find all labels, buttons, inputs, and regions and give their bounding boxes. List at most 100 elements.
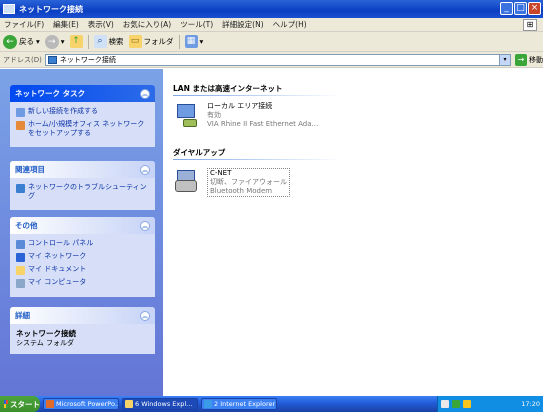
see-also-body: ネットワークのトラブルシューティング (10, 178, 155, 210)
up-folder-button[interactable]: ↑ (69, 35, 83, 48)
connections-view: LAN または高速インターネット ローカル エリア接続 有効 VIA Rhine… (163, 69, 543, 396)
taskbar-button-explorer[interactable]: 6 Windows Expl... (122, 398, 198, 410)
menu-tools[interactable]: ツール(T) (180, 19, 213, 30)
internet-explorer-icon (204, 400, 212, 408)
dialup-connection-text: C-NET 切断、ファイアウォール Bluetooth Modem (207, 168, 290, 197)
task-label: ネットワークのトラブルシューティング (28, 183, 147, 200)
chevron-down-icon[interactable]: ▾ (61, 37, 65, 46)
volume-tray-icon[interactable] (463, 400, 471, 408)
up-folder-icon: ↑ (69, 35, 83, 48)
group-divider (173, 95, 343, 96)
address-bar: アドレス(D) ネットワーク接続 ▾ → 移動 (0, 52, 543, 68)
connection-device: VIA Rhine II Fast Ethernet Ada... (207, 120, 319, 128)
menu-help[interactable]: ヘルプ(H) (273, 19, 307, 30)
my-network-icon (16, 253, 25, 262)
details-panel: 詳細 ︽ ネットワーク接続 システム フォルダ (10, 307, 155, 354)
title-bar: ネットワーク接続 _ □ × (0, 0, 543, 18)
collapse-icon[interactable]: ︽ (140, 164, 150, 175)
security-tray-icon[interactable] (452, 400, 460, 408)
collapse-icon[interactable]: ︽ (140, 220, 150, 231)
taskbar-button-label: 2 Internet Explorer (214, 400, 276, 408)
place-control-panel[interactable]: コントロール パネル (16, 239, 149, 249)
chevron-down-icon[interactable]: ▾ (36, 37, 40, 46)
dialup-group-header: ダイヤルアップ (173, 148, 226, 157)
other-places-header[interactable]: その他 ︽ (10, 217, 155, 234)
collapse-icon[interactable]: ︽ (140, 88, 150, 99)
taskbar-button-powerpoint[interactable]: Microsoft PowerPo... (43, 398, 119, 410)
my-documents-icon (16, 266, 25, 275)
collapse-icon[interactable]: ︽ (140, 310, 150, 321)
window-controls: _ □ × (500, 2, 541, 15)
start-label: スタート (10, 399, 40, 409)
address-dropdown-icon[interactable]: ▾ (499, 54, 510, 65)
details-name: ネットワーク接続 (16, 329, 76, 338)
group-divider (173, 159, 343, 160)
address-input[interactable]: ネットワーク接続 ▾ (44, 53, 511, 66)
network-tasks-title: ネットワーク タスク (15, 89, 86, 98)
search-icon: ⌕ (93, 35, 107, 48)
place-my-documents[interactable]: マイ ドキュメント (16, 265, 149, 275)
connection-device: Bluetooth Modem (210, 187, 273, 195)
forward-button[interactable]: → ▾ (44, 34, 65, 49)
network-tasks-panel: ネットワーク タスク ︽ 新しい接続を作成する ホーム/小規模オフィス ネットワ… (10, 85, 155, 147)
lan-connection-icon (173, 102, 203, 130)
details-subtitle: システム フォルダ (16, 339, 75, 347)
place-my-computer[interactable]: マイ コンピュータ (16, 278, 149, 288)
close-button[interactable]: × (528, 2, 541, 15)
windows-logo-icon (4, 400, 8, 408)
menu-view[interactable]: 表示(V) (88, 19, 114, 30)
task-pane: ネットワーク タスク ︽ 新しい接続を作成する ホーム/小規模オフィス ネットワ… (0, 69, 163, 396)
network-tray-icon[interactable] (441, 400, 449, 408)
chevron-down-icon[interactable]: ▾ (200, 37, 204, 46)
go-arrow-icon: → (515, 53, 527, 66)
see-also-title: 関連項目 (15, 165, 45, 174)
views-icon: ▦ (184, 35, 198, 48)
task-setup-home-network[interactable]: ホーム/小規模オフィス ネットワークをセットアップする (16, 120, 149, 138)
connection-status: 切断、ファイアウォール (210, 178, 287, 186)
folders-button[interactable]: ▭ フォルダ (128, 35, 174, 48)
task-label: 新しい接続を作成する (28, 107, 98, 115)
new-connection-icon (16, 108, 25, 117)
details-header[interactable]: 詳細 ︽ (10, 307, 155, 324)
network-tasks-header[interactable]: ネットワーク タスク ︽ (10, 85, 155, 102)
place-label: マイ ネットワーク (28, 252, 87, 260)
connection-name: ローカル エリア接続 (207, 102, 273, 110)
address-value: ネットワーク接続 (59, 55, 116, 64)
search-button[interactable]: ⌕ 検索 (93, 35, 124, 48)
start-button[interactable]: スタート (0, 396, 40, 412)
taskbar-button-ie[interactable]: 2 Internet Explorer (201, 398, 277, 410)
taskbar: スタート Microsoft PowerPo... 6 Windows Expl… (0, 396, 543, 412)
task-create-connection[interactable]: 新しい接続を作成する (16, 107, 149, 117)
lan-connection-item[interactable]: ローカル エリア接続 有効 VIA Rhine II Fast Ethernet… (173, 102, 318, 130)
taskbar-button-label: 6 Windows Expl... (135, 400, 193, 408)
lan-group-header: LAN または高速インターネット (173, 84, 283, 93)
connection-status: 有効 (207, 111, 221, 119)
go-label: 移動 (529, 55, 543, 64)
forward-arrow-icon: → (44, 34, 59, 49)
views-button[interactable]: ▦ ▾ (184, 35, 204, 48)
see-also-header[interactable]: 関連項目 ︽ (10, 161, 155, 178)
go-button[interactable]: → 移動 (515, 53, 543, 66)
dialup-connection-item[interactable]: C-NET 切断、ファイアウォール Bluetooth Modem (173, 168, 290, 197)
network-tasks-body: 新しい接続を作成する ホーム/小規模オフィス ネットワークをセットアップする (10, 102, 155, 147)
lan-connection-text: ローカル エリア接続 有効 VIA Rhine II Fast Ethernet… (207, 102, 318, 129)
toolbar: ← 戻る ▾ → ▾ ↑ ⌕ 検索 ▭ フォルダ ▦ ▾ (0, 32, 543, 52)
clock[interactable]: 17:20 (521, 400, 540, 408)
maximize-button[interactable]: □ (514, 2, 527, 15)
minimize-button[interactable]: _ (500, 2, 513, 15)
menu-edit[interactable]: 編集(E) (53, 19, 79, 30)
task-troubleshoot[interactable]: ネットワークのトラブルシューティング (16, 183, 149, 201)
other-places-title: その他 (15, 221, 38, 230)
back-button[interactable]: ← 戻る ▾ (3, 34, 40, 49)
control-panel-icon (16, 240, 25, 249)
content-area: ネットワーク タスク ︽ 新しい接続を作成する ホーム/小規模オフィス ネットワ… (0, 69, 543, 396)
task-label: ホーム/小規模オフィス ネットワークをセットアップする (28, 120, 145, 137)
place-label: マイ コンピュータ (28, 278, 87, 286)
toolbar-separator (178, 34, 180, 49)
menu-favorites[interactable]: お気に入り(A) (123, 19, 171, 30)
explorer-folder-icon (125, 400, 133, 408)
other-places-panel: その他 ︽ コントロール パネル マイ ネットワーク マイ ドキュメント マイ … (10, 217, 155, 297)
menu-advanced[interactable]: 詳細設定(N) (222, 19, 263, 30)
menu-file[interactable]: ファイル(F) (4, 19, 44, 30)
place-my-network[interactable]: マイ ネットワーク (16, 252, 149, 262)
